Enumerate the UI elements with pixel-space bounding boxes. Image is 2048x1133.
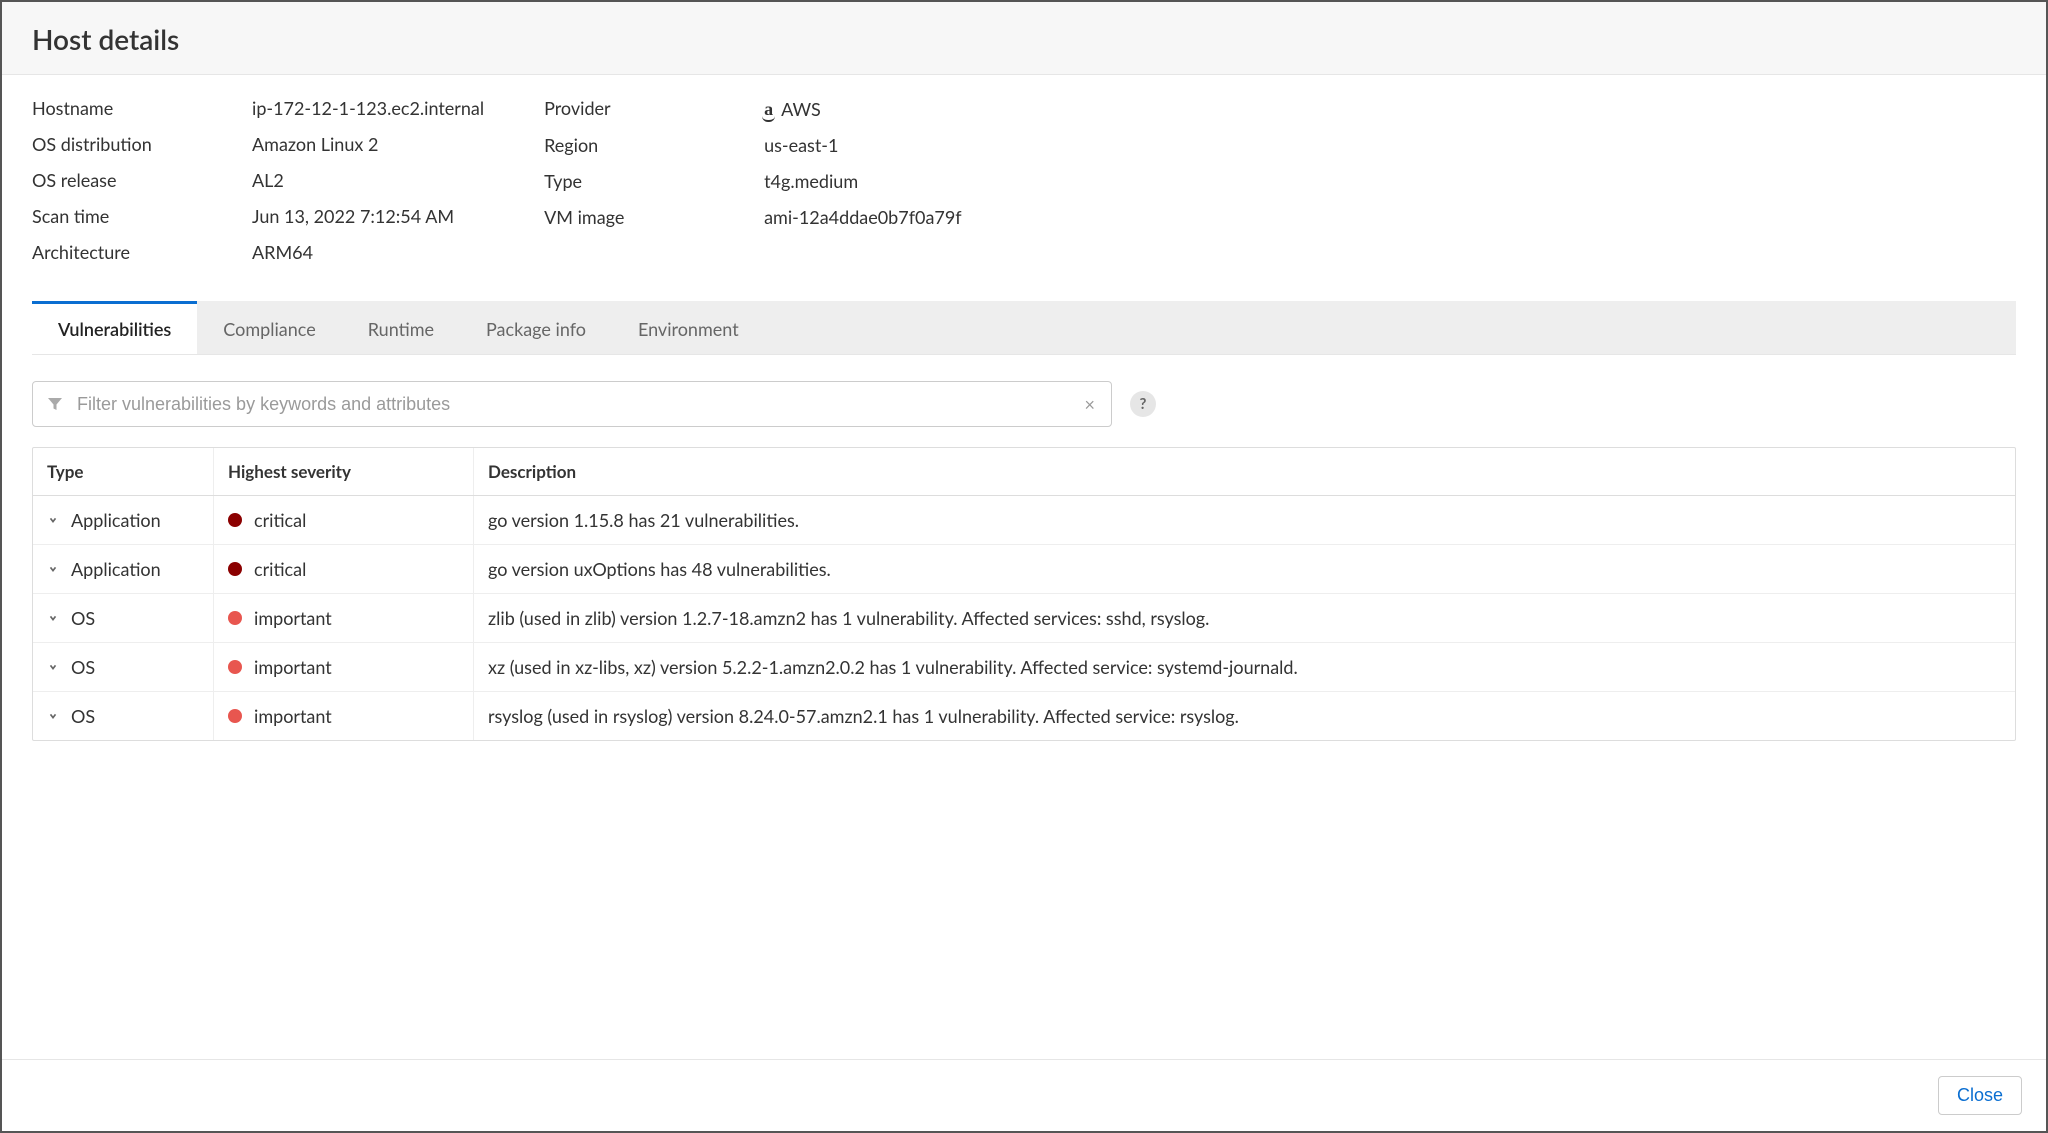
host-details-modal: Host details Hostnameip-172-12-1-123.ec2… xyxy=(0,0,2048,1133)
clear-icon[interactable]: × xyxy=(1081,393,1099,415)
cell-type: Application xyxy=(33,496,213,544)
cell-severity: critical xyxy=(213,545,473,593)
cell-severity-text: important xyxy=(254,705,332,727)
col-description: Description xyxy=(473,448,2015,495)
severity-dot-icon xyxy=(228,611,242,625)
cell-description: xz (used in xz-libs, xz) version 5.2.2-1… xyxy=(473,643,2015,691)
filter-row: × ? xyxy=(32,381,2016,427)
meta-row: Scan timeJun 13, 2022 7:12:54 AM xyxy=(32,205,484,227)
meta-label: Type xyxy=(544,170,764,192)
help-icon[interactable]: ? xyxy=(1130,391,1156,417)
meta-label: OS release xyxy=(32,169,252,191)
meta-label: Hostname xyxy=(32,97,252,119)
severity-dot-icon xyxy=(228,562,242,576)
meta-label: Scan time xyxy=(32,205,252,227)
table-row[interactable]: Application critical go version 1.15.8 has… xyxy=(33,496,2015,544)
col-type: Type xyxy=(33,448,213,495)
filter-icon xyxy=(45,394,65,414)
tabs: VulnerabilitiesComplianceRuntimePackage … xyxy=(32,301,2016,355)
cell-description: zlib (used in zlib) version 1.2.7-18.amz… xyxy=(473,594,2015,642)
cell-severity-text: important xyxy=(254,656,332,678)
cell-severity-text: critical xyxy=(254,509,306,531)
cell-type: OS xyxy=(33,643,213,691)
cell-severity: important xyxy=(213,643,473,691)
cell-severity-text: important xyxy=(254,607,332,629)
meta-value-text: AWS xyxy=(781,98,821,120)
cell-description: go version 1.15.8 has 21 vulnerabilities… xyxy=(473,496,2015,544)
meta-value: ami-12a4ddae0b7f0a79f xyxy=(764,206,961,228)
meta-row: Typet4g.medium xyxy=(544,170,961,192)
cell-severity-text: critical xyxy=(254,558,306,580)
aws-icon: a xyxy=(764,100,773,118)
table-header-row: Type Highest severity Description xyxy=(33,448,2015,496)
meta-row: Regionus-east-1 xyxy=(544,134,961,156)
chevron-down-icon[interactable] xyxy=(47,514,59,526)
cell-severity: critical xyxy=(213,496,473,544)
table-row[interactable]: OS important xz (used in xz-libs, xz) vers… xyxy=(33,642,2015,691)
cell-description: go version uxOptions has 48 vulnerabilit… xyxy=(473,545,2015,593)
col-severity: Highest severity xyxy=(213,448,473,495)
meta-value: us-east-1 xyxy=(764,134,838,156)
meta-value: ip-172-12-1-123.ec2.internal xyxy=(252,97,484,119)
vulnerabilities-table: Type Highest severity Description Applic… xyxy=(32,447,2016,741)
cell-type-text: OS xyxy=(71,607,95,629)
table-body: Application critical go version 1.15.8 has… xyxy=(33,496,2015,740)
severity-dot-icon xyxy=(228,513,242,527)
cell-severity: important xyxy=(213,594,473,642)
table-row[interactable]: Application critical go version uxOptions … xyxy=(33,544,2015,593)
close-button[interactable]: Close xyxy=(1938,1076,2022,1115)
chevron-down-icon[interactable] xyxy=(47,563,59,575)
meta-row: ArchitectureARM64 xyxy=(32,241,484,263)
cell-type: OS xyxy=(33,692,213,740)
chevron-down-icon[interactable] xyxy=(47,661,59,673)
cell-type-text: Application xyxy=(71,558,161,580)
meta-label: Architecture xyxy=(32,241,252,263)
meta-value: Amazon Linux 2 xyxy=(252,133,378,155)
chevron-down-icon[interactable] xyxy=(47,710,59,722)
meta-row: OS releaseAL2 xyxy=(32,169,484,191)
modal-header: Host details xyxy=(2,2,2046,75)
cell-description: rsyslog (used in rsyslog) version 8.24.0… xyxy=(473,692,2015,740)
modal-body: Hostnameip-172-12-1-123.ec2.internalOS d… xyxy=(2,75,2046,1059)
meta-row: VM imageami-12a4ddae0b7f0a79f xyxy=(544,206,961,228)
cell-type: Application xyxy=(33,545,213,593)
meta-label: VM image xyxy=(544,206,764,228)
tab-compliance[interactable]: Compliance xyxy=(197,301,341,354)
host-meta-right: ProvideraAWSRegionus-east-1Typet4g.mediu… xyxy=(544,97,961,277)
host-meta-left: Hostnameip-172-12-1-123.ec2.internalOS d… xyxy=(32,97,484,277)
cell-type-text: Application xyxy=(71,509,161,531)
meta-value: t4g.medium xyxy=(764,170,858,192)
meta-value: AL2 xyxy=(252,169,284,191)
meta-label: Region xyxy=(544,134,764,156)
host-meta: Hostnameip-172-12-1-123.ec2.internalOS d… xyxy=(32,97,2016,277)
meta-value: Jun 13, 2022 7:12:54 AM xyxy=(252,205,454,227)
filter-input-wrap[interactable]: × xyxy=(32,381,1112,427)
table-row[interactable]: OS important rsyslog (used in rsyslog) ver… xyxy=(33,691,2015,740)
cell-severity: important xyxy=(213,692,473,740)
chevron-down-icon[interactable] xyxy=(47,612,59,624)
meta-value: ARM64 xyxy=(252,241,313,263)
cell-type: OS xyxy=(33,594,213,642)
meta-label: Provider xyxy=(544,97,764,120)
tab-vulnerabilities[interactable]: Vulnerabilities xyxy=(32,301,197,354)
meta-row: OS distributionAmazon Linux 2 xyxy=(32,133,484,155)
meta-row: Hostnameip-172-12-1-123.ec2.internal xyxy=(32,97,484,119)
table-row[interactable]: OS important zlib (used in zlib) version 1… xyxy=(33,593,2015,642)
cell-type-text: OS xyxy=(71,705,95,727)
page-title: Host details xyxy=(32,22,2016,56)
severity-dot-icon xyxy=(228,709,242,723)
tab-runtime[interactable]: Runtime xyxy=(342,301,460,354)
meta-value: a AWS xyxy=(764,97,821,120)
meta-label: OS distribution xyxy=(32,133,252,155)
cell-type-text: OS xyxy=(71,656,95,678)
tab-environment[interactable]: Environment xyxy=(612,301,765,354)
tab-package-info[interactable]: Package info xyxy=(460,301,612,354)
filter-input[interactable] xyxy=(75,393,1081,416)
meta-row: Providera AWS xyxy=(544,97,961,120)
severity-dot-icon xyxy=(228,660,242,674)
modal-footer: Close xyxy=(2,1059,2046,1131)
